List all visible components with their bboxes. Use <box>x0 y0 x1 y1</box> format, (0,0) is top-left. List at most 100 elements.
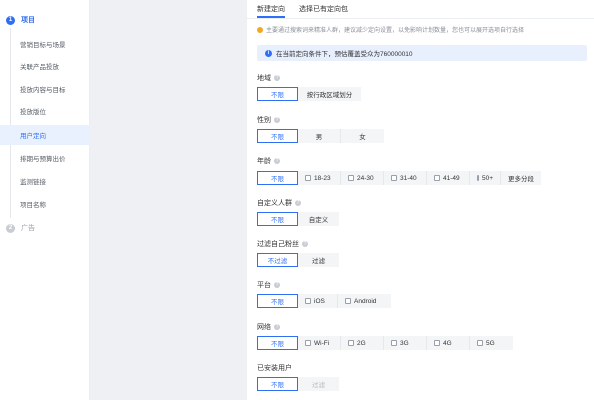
help-icon[interactable]: ? <box>274 324 280 330</box>
nav-item-label: 用户定向 <box>20 133 46 140</box>
filter-fans-option-no-filter[interactable]: 不过滤 <box>257 253 298 267</box>
checkbox-icon[interactable] <box>434 175 440 181</box>
checkbox-icon[interactable] <box>434 340 440 346</box>
network-option-4g[interactable]: 4G <box>427 336 470 350</box>
audience-estimate-bar: i 在当前定向条件下，预估覆盖受众为760000010 <box>257 45 587 61</box>
targeting-tabs: 新建定向 选择已有定向包 <box>257 0 362 18</box>
help-icon[interactable]: ? <box>274 282 280 288</box>
step-number-2: 2 <box>6 223 15 233</box>
platform-options: 不限 iOS Android <box>257 294 391 308</box>
region-option-by-admin[interactable]: 按行政区域划分 <box>298 87 361 101</box>
tip-text: 主要通过搜索词来精准人群，建议减少定向设置，以免影响计划数量，您也可以展开选项自… <box>266 28 525 34</box>
installed-users-options: 不限 过滤 <box>257 377 339 391</box>
checkbox-icon[interactable] <box>348 175 354 181</box>
nav-item-user-targeting[interactable]: 用户定向 <box>0 125 90 145</box>
custom-option-unlimited[interactable]: 不限 <box>257 212 298 226</box>
nav-item-label: 排期与预算出价 <box>20 156 66 163</box>
nav-item-label: 监测链接 <box>20 179 46 186</box>
targeting-tip: 主要通过搜索词来精准人群，建议减少定向设置，以免影响计划数量，您也可以展开选项自… <box>257 25 524 34</box>
checkbox-icon[interactable] <box>348 340 354 346</box>
network-option-wifi[interactable]: Wi-Fi <box>298 336 341 350</box>
option-label: 3G <box>400 339 409 347</box>
nav-item-label: 投放内容与目标 <box>20 87 66 94</box>
checkbox-icon[interactable] <box>477 340 483 346</box>
section-title-text: 过滤自己粉丝 <box>257 241 299 248</box>
section-title-filter-fans: 过滤自己粉丝 ? <box>257 239 308 249</box>
help-icon[interactable]: ? <box>274 117 280 123</box>
nav-item-project-name[interactable]: 项目名称 <box>0 194 90 214</box>
option-label: 5G <box>486 339 495 347</box>
platform-option-android[interactable]: Android <box>338 294 391 308</box>
region-option-unlimited[interactable]: 不限 <box>257 87 298 101</box>
network-options: 不限 Wi-Fi 2G 3G 4G 5G <box>257 336 513 350</box>
checkbox-icon[interactable] <box>477 175 479 181</box>
checkbox-icon[interactable] <box>345 298 351 304</box>
age-option-unlimited[interactable]: 不限 <box>257 171 298 185</box>
installed-option-filter[interactable]: 过滤 <box>298 377 339 391</box>
network-option-unlimited[interactable]: 不限 <box>257 336 298 350</box>
nav-item-label: 项目名称 <box>20 202 46 209</box>
help-icon[interactable]: ? <box>302 241 308 247</box>
checkbox-icon[interactable] <box>305 340 311 346</box>
age-option-41-49[interactable]: 41-49 <box>427 171 470 185</box>
network-option-5g[interactable]: 5G <box>470 336 513 350</box>
age-options: 不限 18-23 24-30 31-40 41-49 50+ 更多分段 <box>257 171 541 185</box>
age-option-50-plus[interactable]: 50+ <box>470 171 501 185</box>
filter-fans-option-filter[interactable]: 过滤 <box>298 253 339 267</box>
section-title-text: 性别 <box>257 117 271 124</box>
gender-options: 不限 男 女 <box>257 129 384 143</box>
section-title-gender: 性别 ? <box>257 115 280 125</box>
step-project-label: 项目 <box>21 17 35 24</box>
option-label: 2G <box>357 339 366 347</box>
checkbox-icon[interactable] <box>391 175 397 181</box>
installed-option-unlimited[interactable]: 不限 <box>257 377 298 391</box>
network-option-3g[interactable]: 3G <box>384 336 427 350</box>
age-option-more-segments[interactable]: 更多分段 <box>501 171 541 185</box>
nav-item-tracking-link[interactable]: 监测链接 <box>0 171 90 191</box>
section-title-text: 平台 <box>257 282 271 289</box>
step-ad-header[interactable]: 2 广告 <box>6 222 35 234</box>
region-options: 不限 按行政区域划分 <box>257 87 361 101</box>
tab-existing-package[interactable]: 选择已有定向包 <box>299 0 348 18</box>
checkbox-icon[interactable] <box>305 298 311 304</box>
nav-item-marketing-goal[interactable]: 营销目标与场景 <box>0 34 90 54</box>
nav-item-content-target[interactable]: 投放内容与目标 <box>0 79 90 99</box>
targeting-panel: 新建定向 选择已有定向包 主要通过搜索词来精准人群，建议减少定向设置，以免影响计… <box>247 0 594 400</box>
left-sidebar: 1 项目 营销目标与场景 关联产品投放 投放内容与目标 投放版位 用户定向 排期… <box>0 0 90 400</box>
custom-option-custom[interactable]: 自定义 <box>298 212 339 226</box>
platform-option-unlimited[interactable]: 不限 <box>257 294 298 308</box>
section-title-installed-users: 已安装用户 <box>257 363 292 373</box>
age-option-31-40[interactable]: 31-40 <box>384 171 427 185</box>
option-label: Android <box>354 297 377 305</box>
section-title-custom-audience: 自定义人群 ? <box>257 198 301 208</box>
tab-new-targeting[interactable]: 新建定向 <box>257 0 285 18</box>
nav-item-placement[interactable]: 投放版位 <box>0 101 90 121</box>
section-title-text: 已安装用户 <box>257 365 292 372</box>
network-option-2g[interactable]: 2G <box>341 336 384 350</box>
checkbox-icon[interactable] <box>391 340 397 346</box>
nav-item-label: 投放版位 <box>20 109 46 116</box>
nav-item-related-product[interactable]: 关联产品投放 <box>0 56 90 76</box>
section-title-platform: 平台 ? <box>257 280 280 290</box>
help-icon[interactable]: ? <box>274 158 280 164</box>
nav-item-schedule-budget[interactable]: 排期与预算出价 <box>0 148 90 168</box>
gender-option-female[interactable]: 女 <box>341 129 384 143</box>
section-title-region: 地域 ? <box>257 73 280 83</box>
step-project-header[interactable]: 1 项目 <box>6 14 35 26</box>
option-label: 18-23 <box>314 174 331 182</box>
option-label: 50+ <box>482 174 494 182</box>
help-icon[interactable]: ? <box>274 75 280 81</box>
section-title-text: 自定义人群 <box>257 200 292 207</box>
gender-option-male[interactable]: 男 <box>298 129 341 143</box>
nav-item-label: 关联产品投放 <box>20 64 59 71</box>
section-title-age: 年龄 ? <box>257 156 280 166</box>
age-option-24-30[interactable]: 24-30 <box>341 171 384 185</box>
checkbox-icon[interactable] <box>305 175 311 181</box>
gender-option-unlimited[interactable]: 不限 <box>257 129 298 143</box>
step-ad-label: 广告 <box>21 225 35 232</box>
help-icon[interactable]: ? <box>295 200 301 206</box>
platform-option-ios[interactable]: iOS <box>298 294 338 308</box>
filter-fans-options: 不过滤 过滤 <box>257 253 339 267</box>
age-option-18-23[interactable]: 18-23 <box>298 171 341 185</box>
option-label: 31-40 <box>400 174 417 182</box>
